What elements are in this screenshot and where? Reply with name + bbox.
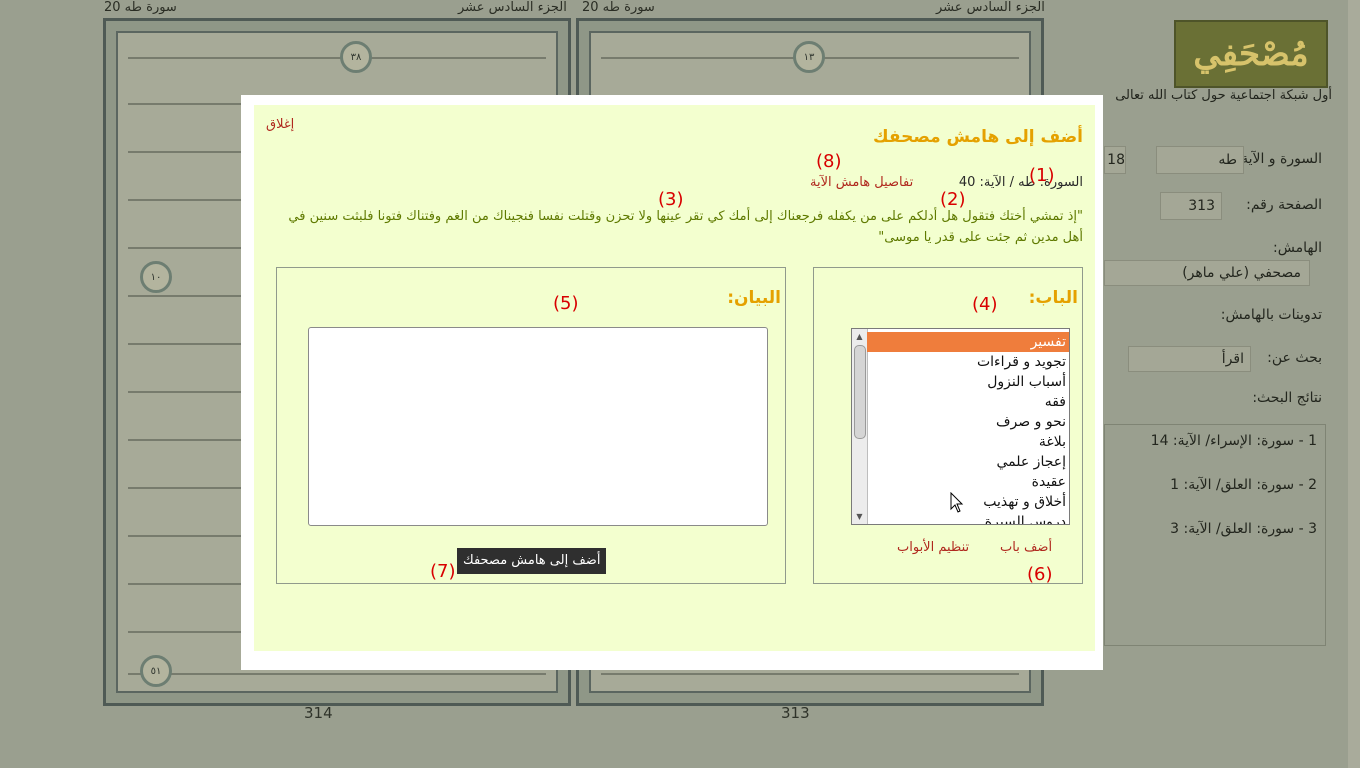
category-option[interactable]: فقه — [867, 392, 1069, 412]
annotation-2: (2) — [940, 189, 966, 210]
ayah-text: "إذ تمشي أختك فتقول هل أدلكم على من يكفل… — [288, 209, 1083, 245]
category-option[interactable]: دروس السيرة — [867, 512, 1069, 524]
dialog-body: إغلاق أضف إلى هامش مصحفك السورة: طه / ال… — [254, 105, 1095, 651]
category-option[interactable]: إعجاز علمي — [867, 452, 1069, 472]
right-page-number: 313 — [781, 704, 810, 722]
right-page-surah: سورة طه 20 — [582, 0, 655, 15]
category-option[interactable]: نحو و صرف — [867, 412, 1069, 432]
ayah-marker: ١٠ — [140, 261, 172, 293]
search-result-item[interactable]: 3 - سورة: العلق/ الآية: 3 — [1170, 521, 1317, 537]
surah-ayah-label: السورة و الآية: — [1236, 151, 1322, 167]
ayah-marker: ٥١ — [140, 655, 172, 687]
content-panel-title: البيان: — [727, 288, 781, 308]
category-option[interactable]: أخلاق و تهذيب — [867, 492, 1069, 512]
search-label: بحث عن: — [1267, 350, 1322, 366]
ayah-number: 40 — [958, 175, 976, 190]
category-option[interactable]: تفسير — [867, 332, 1069, 352]
page-scrollbar[interactable] — [1348, 0, 1360, 768]
close-link[interactable]: إغلاق — [266, 117, 294, 132]
category-option[interactable]: بلاغة — [867, 432, 1069, 452]
margin-notes-label: تدوينات بالهامش: — [1220, 307, 1322, 323]
right-page-juz: الجزء السادس عشر — [936, 0, 1045, 15]
scroll-down-icon[interactable]: ▼ — [853, 510, 866, 523]
ayah-reference: السورة: طه / الآية: 40 — [959, 175, 1083, 190]
search-results-list: 1 - سورة: الإسراء/ الآية: 14 2 - سورة: ا… — [1104, 424, 1326, 646]
annotation-3: (3) — [658, 189, 684, 210]
left-page-number: 314 — [304, 704, 333, 722]
ayah-margin-details-link[interactable]: تفاصيل هامش الآية — [810, 175, 913, 190]
organize-categories-link[interactable]: تنظيم الأبواب — [897, 540, 969, 555]
page-number-select[interactable]: 313 — [1160, 192, 1222, 220]
search-results-label: نتائج البحث: — [1252, 390, 1322, 406]
add-margin-note-dialog: إغلاق أضف إلى هامش مصحفك السورة: طه / ال… — [241, 95, 1103, 670]
search-input[interactable]: اقرأ — [1128, 346, 1251, 372]
dialog-title: أضف إلى هامش مصحفك — [873, 127, 1083, 147]
ayah-label: / الآية: — [979, 175, 1015, 190]
mouse-pointer-icon — [950, 492, 964, 513]
category-option[interactable]: تجويد و قراءات — [867, 352, 1069, 372]
add-category-link[interactable]: أضف باب — [1000, 540, 1052, 555]
annotation-6: (6) — [1027, 564, 1053, 585]
surah-select[interactable]: طه — [1156, 146, 1244, 174]
ayah-marker: ١٣ — [793, 41, 825, 73]
content-panel: البيان: أضف إلى هامش مصحفك — [276, 267, 786, 584]
scroll-up-icon[interactable]: ▲ — [853, 330, 866, 343]
ayah-marker: ٣٨ — [340, 41, 372, 73]
annotation-4: (4) — [972, 294, 998, 315]
scroll-thumb[interactable] — [854, 345, 866, 439]
annotation-1: (1) — [1029, 165, 1055, 186]
margin-label: الهامش: — [1273, 240, 1322, 256]
annotation-7: (7) — [430, 561, 456, 582]
page-number-label: الصفحة رقم: — [1246, 197, 1322, 213]
search-result-item[interactable]: 2 - سورة: العلق/ الآية: 1 — [1170, 477, 1317, 493]
search-result-item[interactable]: 1 - سورة: الإسراء/ الآية: 14 — [1151, 433, 1317, 449]
left-page-surah: سورة طه 20 — [104, 0, 177, 15]
left-page-juz: الجزء السادس عشر — [458, 0, 567, 15]
site-tagline: أول شبكة اجتماعية حول كتاب الله تعالى — [1115, 88, 1332, 103]
site-logo[interactable]: مُصْحَفِي — [1174, 20, 1328, 88]
annotation-5: (5) — [553, 293, 579, 314]
add-to-margin-button[interactable]: أضف إلى هامش مصحفك — [457, 548, 607, 574]
category-panel: الباب: ▲ ▼ تفسير تجويد و قراءات أسباب ال… — [813, 267, 1083, 584]
category-option[interactable]: أسباب النزول — [867, 372, 1069, 392]
listbox-scrollbar[interactable]: ▲ ▼ — [852, 329, 868, 524]
category-option[interactable]: عقيدة — [867, 472, 1069, 492]
category-panel-title: الباب: — [1028, 288, 1078, 308]
ayah-select[interactable]: 18 — [1104, 146, 1126, 174]
margin-select[interactable]: مصحفي (علي ماهر) — [1104, 260, 1310, 286]
annotation-8: (8) — [816, 151, 842, 172]
note-textarea[interactable] — [308, 327, 768, 526]
